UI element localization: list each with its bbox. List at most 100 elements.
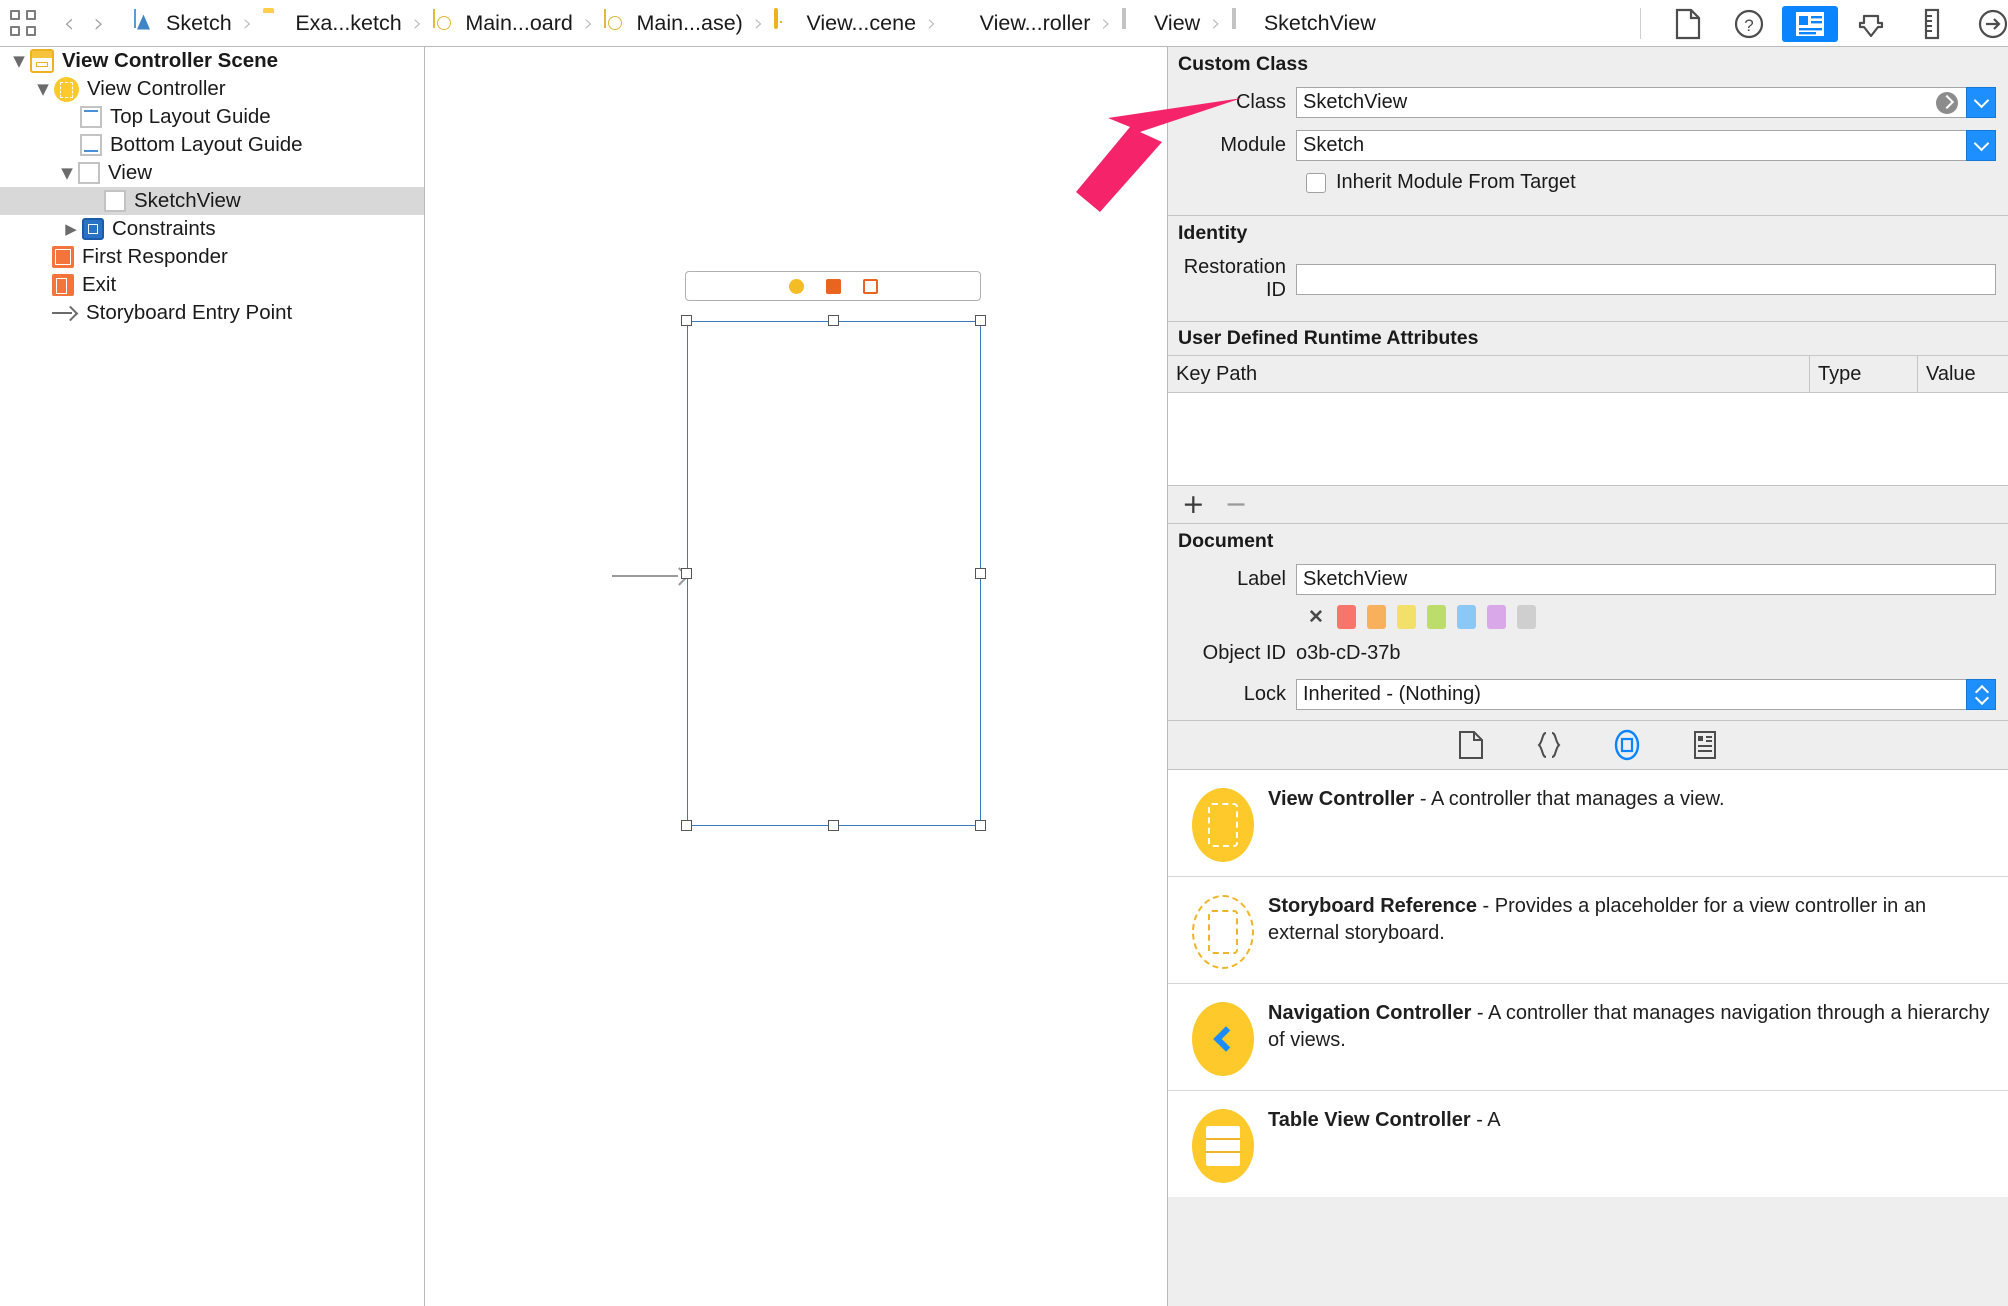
breadcrumb-label: Sketch — [166, 11, 232, 36]
outline-row-label: Top Layout Guide — [110, 105, 271, 129]
selected-view-rect[interactable] — [687, 321, 981, 826]
disclosure-triangle-icon[interactable]: ▼ — [8, 52, 30, 70]
app-file-icon — [134, 10, 157, 37]
size-inspector-tab[interactable] — [1904, 6, 1960, 42]
outline-row-view-controller-scene[interactable]: ▼ View Controller Scene — [0, 47, 424, 75]
top-layout-guide-icon — [80, 106, 102, 128]
quick-help-inspector-tab[interactable]: ? — [1721, 6, 1777, 42]
resize-handle-bottom-right[interactable] — [975, 820, 986, 831]
disclosure-triangle-icon[interactable]: ▶ — [60, 220, 82, 238]
outline-row-label: Constraints — [112, 217, 216, 241]
breadcrumb-item-main-storyboard[interactable]: Main...oard — [431, 0, 575, 46]
folder-icon — [263, 10, 286, 37]
connections-inspector-tab[interactable] — [1965, 6, 2008, 42]
breadcrumb-item-view[interactable]: View — [1120, 0, 1202, 46]
view-icon — [1122, 10, 1145, 37]
toolbar-divider — [1640, 8, 1641, 39]
lock-label: Lock — [1168, 683, 1296, 706]
back-button[interactable]: ‹ — [54, 10, 84, 37]
breadcrumb-item-view-controller[interactable]: View...roller — [946, 0, 1093, 46]
lock-stepper-button[interactable] — [1966, 679, 1996, 710]
color-swatch-gray[interactable] — [1517, 605, 1536, 629]
media-library-tab[interactable] — [1688, 729, 1722, 761]
breadcrumb-item-main-base[interactable]: Main...ase) — [602, 0, 744, 46]
section-divider — [1168, 308, 2008, 322]
module-combo[interactable]: Sketch — [1296, 130, 1996, 161]
resize-handle-bottom-left[interactable] — [681, 820, 692, 831]
outline-row-storyboard-entry-point[interactable]: Storyboard Entry Point — [0, 299, 424, 327]
disclosure-triangle-icon[interactable]: ▼ — [32, 80, 54, 98]
object-library-list[interactable]: View Controller - A controller that mana… — [1168, 770, 2008, 1197]
resize-handle-middle-right[interactable] — [975, 568, 986, 579]
code-snippet-library-tab[interactable] — [1532, 729, 1566, 761]
circle-icon — [789, 279, 804, 294]
library-item-desc: - A controller that manages a view. — [1414, 788, 1724, 810]
library-item-view-controller[interactable]: View Controller - A controller that mana… — [1168, 770, 2008, 877]
outline-row-view-controller[interactable]: ▼ View Controller — [0, 75, 424, 103]
toolbar: ‹ › Sketch › Exa...ketch › Main...oard ›… — [0, 0, 2008, 47]
file-inspector-tab[interactable] — [1660, 6, 1716, 42]
object-library-tab[interactable] — [1610, 729, 1644, 761]
udra-section-header: User Defined Runtime Attributes — [1168, 322, 2008, 356]
outline-row-exit[interactable]: Exit — [0, 271, 424, 299]
disclosure-triangle-icon[interactable]: ▼ — [56, 164, 78, 182]
breadcrumb-item-sketch[interactable]: Sketch — [132, 0, 234, 46]
outline-row-sketchview[interactable]: SketchView — [0, 187, 424, 215]
outline-row-label: View Controller Scene — [62, 49, 278, 73]
inherit-module-row[interactable]: Inherit Module From Target — [1168, 167, 2008, 204]
document-outline[interactable]: ▼ View Controller Scene ▼ View Controlle… — [0, 47, 425, 1306]
resize-handle-top-right[interactable] — [975, 315, 986, 326]
breadcrumb-separator: › — [1211, 9, 1221, 37]
library-item-table-view-controller[interactable]: Table View Controller - A — [1168, 1091, 2008, 1197]
outline-row-label: Storyboard Entry Point — [86, 301, 292, 325]
udra-table-body[interactable] — [1168, 393, 2008, 486]
breadcrumb-item-view-controller-scene[interactable]: View...cene — [772, 0, 918, 46]
library-item-navigation-controller[interactable]: Navigation Controller - A controller tha… — [1168, 984, 2008, 1091]
outline-row-bottom-layout-guide[interactable]: Bottom Layout Guide — [0, 131, 424, 159]
module-input[interactable]: Sketch — [1296, 130, 1966, 161]
library-item-title: Storyboard Reference — [1268, 895, 1477, 917]
outline-row-view[interactable]: ▼ View — [0, 159, 424, 187]
color-swatch-blue[interactable] — [1457, 605, 1476, 629]
inherit-module-checkbox[interactable] — [1306, 173, 1326, 193]
breadcrumb-item-example[interactable]: Exa...ketch — [261, 0, 403, 46]
breadcrumb-item-sketchview[interactable]: SketchView — [1230, 0, 1378, 46]
lock-select[interactable]: Inherited - (Nothing) — [1296, 679, 1966, 710]
udra-remove-button[interactable]: − — [1225, 491, 1248, 518]
breadcrumb-label: View...roller — [980, 11, 1091, 36]
udra-add-button[interactable]: + — [1182, 491, 1205, 518]
identity-inspector-tab[interactable] — [1782, 6, 1838, 42]
attributes-inspector-tab[interactable] — [1843, 6, 1899, 42]
resize-handle-bottom-center[interactable] — [828, 820, 839, 831]
navigator-grid-icon[interactable] — [10, 10, 36, 36]
identity-inspector-panel[interactable]: Custom Class Class SketchView Module Ske… — [1167, 47, 2008, 1306]
lock-combo[interactable]: Inherited - (Nothing) — [1296, 679, 1996, 710]
first-responder-icon — [52, 246, 74, 268]
clear-color-button[interactable]: ✕ — [1308, 606, 1324, 629]
canvas-drag-arrow-icon — [612, 568, 688, 584]
resize-handle-middle-left[interactable] — [681, 568, 692, 579]
module-dropdown-button[interactable] — [1966, 130, 1996, 161]
library-item-storyboard-reference[interactable]: Storyboard Reference - Provides a placeh… — [1168, 877, 2008, 984]
outline-row-constraints[interactable]: ▶ Constraints — [0, 215, 424, 243]
class-input[interactable]: SketchView — [1296, 87, 1966, 118]
outline-row-top-layout-guide[interactable]: Top Layout Guide — [0, 103, 424, 131]
label-input[interactable]: SketchView — [1296, 564, 1996, 595]
color-swatch-green[interactable] — [1427, 605, 1446, 629]
resize-handle-top-left[interactable] — [681, 315, 692, 326]
resize-handle-top-center[interactable] — [828, 315, 839, 326]
storyboard-canvas[interactable] — [426, 47, 1166, 1306]
forward-button[interactable]: › — [84, 10, 114, 37]
udra-column-value: Value — [1918, 356, 2008, 392]
class-dropdown-button[interactable] — [1966, 87, 1996, 118]
class-combo[interactable]: SketchView — [1296, 87, 1996, 118]
restoration-id-input[interactable] — [1296, 264, 1996, 295]
jump-to-definition-icon[interactable] — [1936, 92, 1958, 114]
canvas-status-bar[interactable] — [685, 271, 981, 301]
file-template-library-tab[interactable] — [1454, 729, 1488, 761]
color-swatch-red[interactable] — [1337, 605, 1356, 629]
color-swatch-yellow[interactable] — [1397, 605, 1416, 629]
color-swatch-purple[interactable] — [1487, 605, 1506, 629]
color-swatch-orange[interactable] — [1367, 605, 1386, 629]
outline-row-first-responder[interactable]: First Responder — [0, 243, 424, 271]
